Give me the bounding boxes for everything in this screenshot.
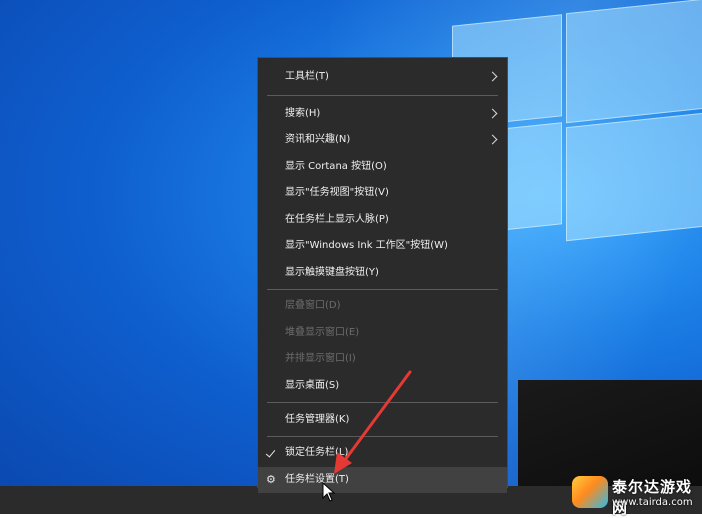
- menu-item-stack-windows: 堆叠显示窗口(E): [285, 327, 360, 338]
- menu-item-show-people[interactable]: 在任务栏上显示人脉(P): [258, 207, 507, 233]
- menu-item-lock-taskbar[interactable]: 锁定任务栏(L): [258, 440, 507, 466]
- menu-separator: [267, 289, 498, 290]
- menu-item-cascade-windows: 层叠窗口(D): [285, 300, 341, 311]
- menu-separator: [267, 95, 498, 96]
- dark-overlay-corner: [518, 380, 702, 486]
- menu-item-taskbar-settings[interactable]: ⚙ 任务栏设置(T): [258, 467, 507, 493]
- menu-item-show-task-view[interactable]: 显示"任务视图"按钮(V): [258, 180, 507, 206]
- mouse-pointer-icon: [322, 482, 336, 502]
- gear-icon: ⚙: [266, 473, 276, 486]
- menu-separator: [267, 402, 498, 403]
- menu-item-show-desktop[interactable]: 显示桌面(S): [258, 373, 507, 399]
- watermark-logo-icon: [572, 476, 608, 508]
- checkmark-icon: [267, 440, 277, 466]
- menu-item-search[interactable]: 搜索(H): [258, 101, 507, 127]
- chevron-right-icon: [488, 64, 498, 90]
- menu-item-news-interests[interactable]: 资讯和兴趣(N): [258, 127, 507, 153]
- menu-item-show-windows-ink[interactable]: 显示"Windows Ink 工作区"按钮(W): [258, 233, 507, 259]
- menu-item-toolbar[interactable]: 工具栏(T): [258, 64, 507, 90]
- chevron-right-icon: [488, 101, 498, 127]
- menu-item-show-cortana[interactable]: 显示 Cortana 按钮(O): [258, 154, 507, 180]
- menu-separator: [267, 436, 498, 437]
- taskbar-context-menu: 工具栏(T) 搜索(H) 资讯和兴趣(N) 显示 Cortana 按钮(O) 显…: [257, 57, 508, 493]
- menu-item-show-touch-keyboard[interactable]: 显示触摸键盘按钮(Y): [258, 260, 507, 286]
- menu-item-side-by-side-windows: 并排显示窗口(I): [285, 353, 356, 364]
- chevron-right-icon: [488, 127, 498, 153]
- menu-item-task-manager[interactable]: 任务管理器(K): [258, 407, 507, 433]
- site-watermark: 泰尔达游戏网 www.tairda.com: [572, 472, 702, 517]
- watermark-url: www.tairda.com: [612, 497, 693, 508]
